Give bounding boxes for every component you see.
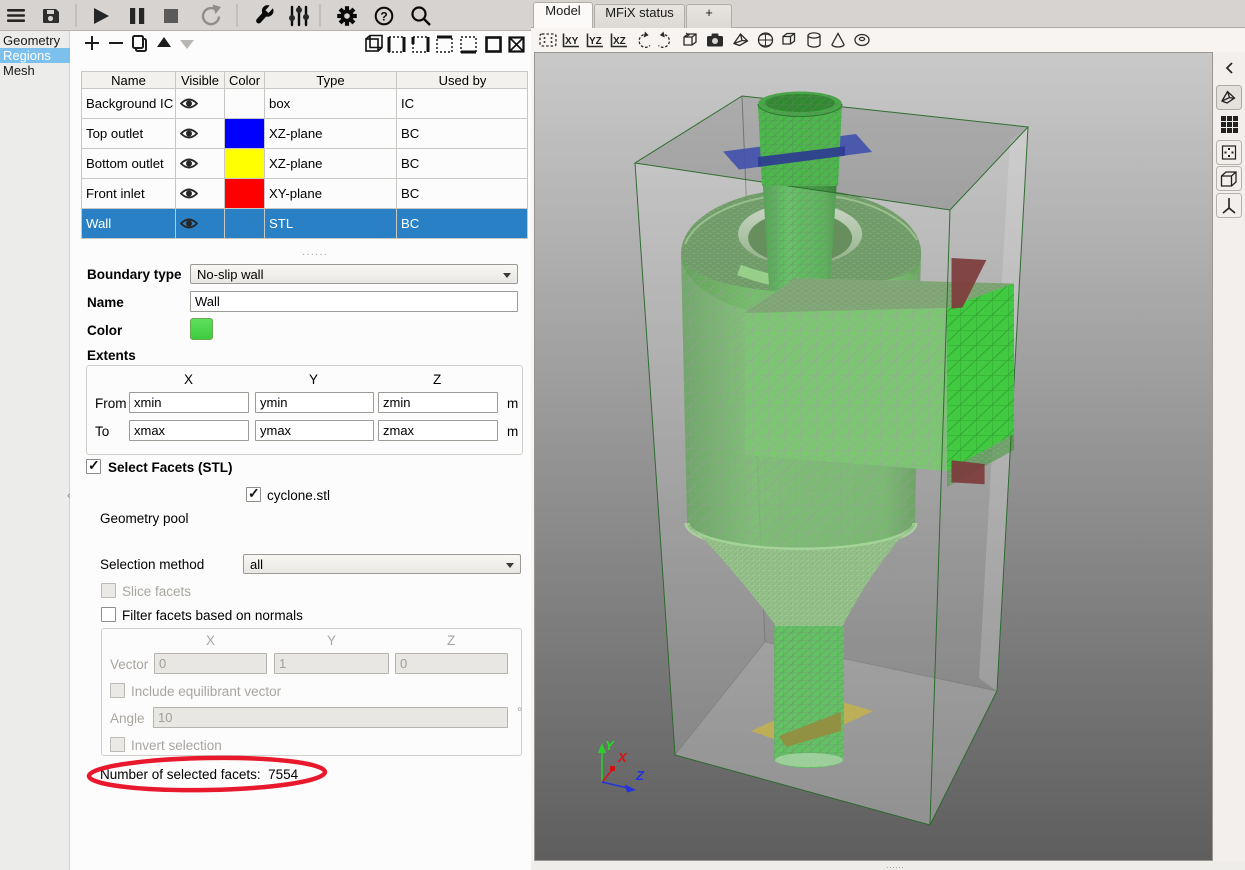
svg-text:?: ? — [380, 10, 387, 24]
svg-text:XY: XY — [565, 36, 579, 47]
svg-text:X: X — [617, 750, 628, 765]
svg-text:Z: Z — [635, 768, 645, 783]
svg-text:XZ: XZ — [613, 36, 626, 47]
svg-text:Y: Y — [605, 738, 615, 753]
svg-text:YZ: YZ — [589, 36, 602, 47]
